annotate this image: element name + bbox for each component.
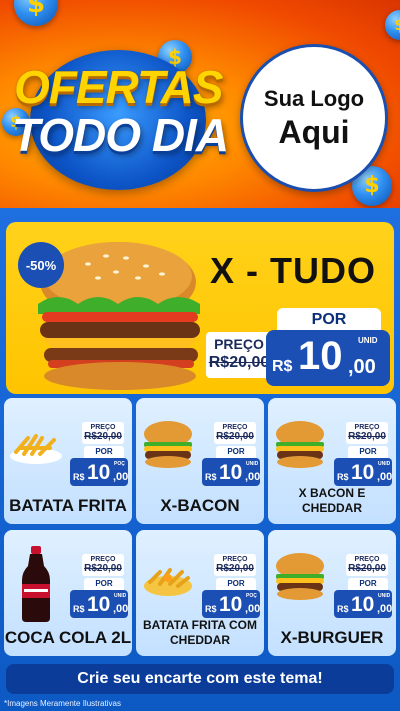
burger-icon bbox=[138, 412, 198, 472]
product-card[interactable]: PREÇO R$20,00 POR R$ 10,00 UNID COCA COLA 2L bbox=[4, 530, 132, 656]
fries-cheddar-icon bbox=[138, 544, 198, 604]
header-banner: $ $ $ $ $ OFERTAS TODO DIA Sua Logo Aqui bbox=[0, 0, 400, 208]
coin-icon: $ bbox=[14, 0, 58, 26]
fries-icon bbox=[6, 412, 66, 472]
old-price-tag: PREÇO R$20,00 bbox=[346, 554, 388, 576]
product-card[interactable]: PREÇO R$20,00 POR R$ 10,00 UNID X BACON E CHED… bbox=[268, 398, 396, 524]
old-price-value: R$20,00 bbox=[216, 431, 254, 442]
product-name: X BACON E CHEDDAR bbox=[298, 486, 366, 515]
product-name: BATATA FRITA bbox=[9, 496, 127, 515]
price-currency: R$ bbox=[73, 472, 85, 482]
product-name: X-BURGUER bbox=[280, 628, 384, 647]
burger-icon bbox=[270, 544, 330, 604]
old-price-tag: PREÇO R$20,00 bbox=[82, 422, 124, 444]
product-card[interactable]: PREÇO R$20,00 POR R$ 10,00 UNID X-BURGUER bbox=[268, 530, 396, 656]
old-price-label: PREÇO bbox=[222, 556, 248, 563]
old-price-label: PREÇO bbox=[354, 556, 380, 563]
price-decimal: ,00 bbox=[113, 603, 129, 615]
old-price-value: R$20,00 bbox=[84, 431, 122, 442]
price-integer: 10 bbox=[219, 593, 243, 616]
new-price-label: POR bbox=[277, 308, 381, 332]
new-price-label: POR bbox=[348, 446, 388, 458]
old-price-label: PREÇO bbox=[222, 424, 248, 431]
price-decimal: ,00 bbox=[377, 471, 393, 483]
new-price-tag: R$ 10,00 UNID bbox=[70, 590, 128, 618]
new-price-tag: R$ 10,00 UNID bbox=[202, 458, 260, 486]
product-card[interactable]: PREÇO R$20,00 POR R$ 10,00 POÇ BATATA FRITA bbox=[4, 398, 132, 524]
logo-placeholder[interactable]: Sua Logo Aqui bbox=[240, 44, 388, 192]
old-price-tag: PREÇO R$20,00 bbox=[82, 554, 124, 576]
price-integer: 10 bbox=[219, 461, 243, 484]
logo-text-bottom: Aqui bbox=[278, 113, 350, 150]
price-unit: UNID bbox=[358, 336, 378, 345]
old-price-tag: PREÇO R$20,00 bbox=[346, 422, 388, 444]
price-currency: R$ bbox=[337, 604, 349, 614]
product-card[interactable]: PREÇO R$20,00 POR R$ 10,00 POÇ BATATA FRITA CO… bbox=[136, 530, 264, 656]
featured-product-name: X - TUDO bbox=[210, 250, 376, 291]
old-price-tag: PREÇO R$20,00 bbox=[206, 332, 272, 378]
old-price-value: R$20,00 bbox=[348, 563, 386, 574]
product-name: BATATA FRITA COM CHEDDAR bbox=[143, 618, 257, 647]
new-price-tag: R$ 10,00 UNID bbox=[334, 458, 392, 486]
price-decimal: ,00 bbox=[348, 356, 376, 378]
old-price-label: PREÇO bbox=[90, 556, 116, 563]
old-price-tag: PREÇO R$20,00 bbox=[214, 422, 256, 444]
price-decimal: ,00 bbox=[245, 603, 261, 615]
price-decimal: ,00 bbox=[245, 471, 261, 483]
price-unit: POÇ bbox=[114, 461, 125, 467]
headline-line-1: OFERTAS bbox=[14, 61, 224, 113]
product-name: X-BACON bbox=[160, 496, 240, 515]
price-integer: 10 bbox=[87, 461, 111, 484]
price-unit: UNID bbox=[378, 593, 391, 599]
price-integer: 10 bbox=[298, 334, 343, 378]
new-price-tag: R$ 10 ,00 UNID bbox=[266, 330, 390, 386]
old-price-value: R$20,00 bbox=[208, 354, 270, 371]
new-price-tag: R$ 10,00 POÇ bbox=[202, 590, 260, 618]
price-integer: 10 bbox=[351, 593, 375, 616]
old-price-tag: PREÇO R$20,00 bbox=[214, 554, 256, 576]
new-price-tag: R$ 10,00 POÇ bbox=[70, 458, 128, 486]
coin-icon: $ bbox=[385, 10, 400, 40]
disclaimer-text: *Imagens Meramente Ilustrativas bbox=[4, 699, 121, 708]
old-price-value: R$20,00 bbox=[216, 563, 254, 574]
price-unit: UNID bbox=[378, 461, 391, 467]
price-currency: R$ bbox=[205, 604, 217, 614]
product-card[interactable]: PREÇO R$20,00 POR R$ 10,00 UNID X-BACON bbox=[136, 398, 264, 524]
new-price-label: POR bbox=[84, 446, 124, 458]
soda-bottle-icon bbox=[6, 544, 66, 622]
price-integer: 10 bbox=[351, 461, 375, 484]
price-unit: UNID bbox=[246, 461, 259, 467]
new-price-label: POR bbox=[84, 578, 124, 590]
product-name: COCA COLA 2L bbox=[4, 628, 132, 647]
burger-icon bbox=[270, 412, 330, 472]
headline-line-2: TODO DIA bbox=[12, 109, 229, 161]
logo-text-top: Sua Logo bbox=[263, 85, 365, 111]
price-currency: R$ bbox=[337, 472, 349, 482]
price-integer: 10 bbox=[87, 593, 111, 616]
new-price-tag: R$ 10,00 UNID bbox=[334, 590, 392, 618]
old-price-value: R$20,00 bbox=[348, 431, 386, 442]
price-unit: UNID bbox=[114, 593, 127, 599]
new-price-label: POR bbox=[216, 446, 256, 458]
new-price-label: POR bbox=[216, 578, 256, 590]
new-price-label: POR bbox=[348, 578, 388, 590]
discount-badge: -50% bbox=[18, 242, 64, 288]
price-decimal: ,00 bbox=[113, 471, 129, 483]
price-decimal: ,00 bbox=[377, 603, 393, 615]
old-price-value: R$20,00 bbox=[84, 563, 122, 574]
old-price-label: PREÇO bbox=[214, 336, 264, 352]
price-currency: R$ bbox=[272, 358, 293, 375]
price-currency: R$ bbox=[73, 604, 85, 614]
price-currency: R$ bbox=[205, 472, 217, 482]
price-unit: POÇ bbox=[246, 593, 257, 599]
old-price-label: PREÇO bbox=[90, 424, 116, 431]
old-price-label: PREÇO bbox=[354, 424, 380, 431]
cta-button[interactable]: Crie seu encarte com este tema! bbox=[6, 664, 394, 694]
